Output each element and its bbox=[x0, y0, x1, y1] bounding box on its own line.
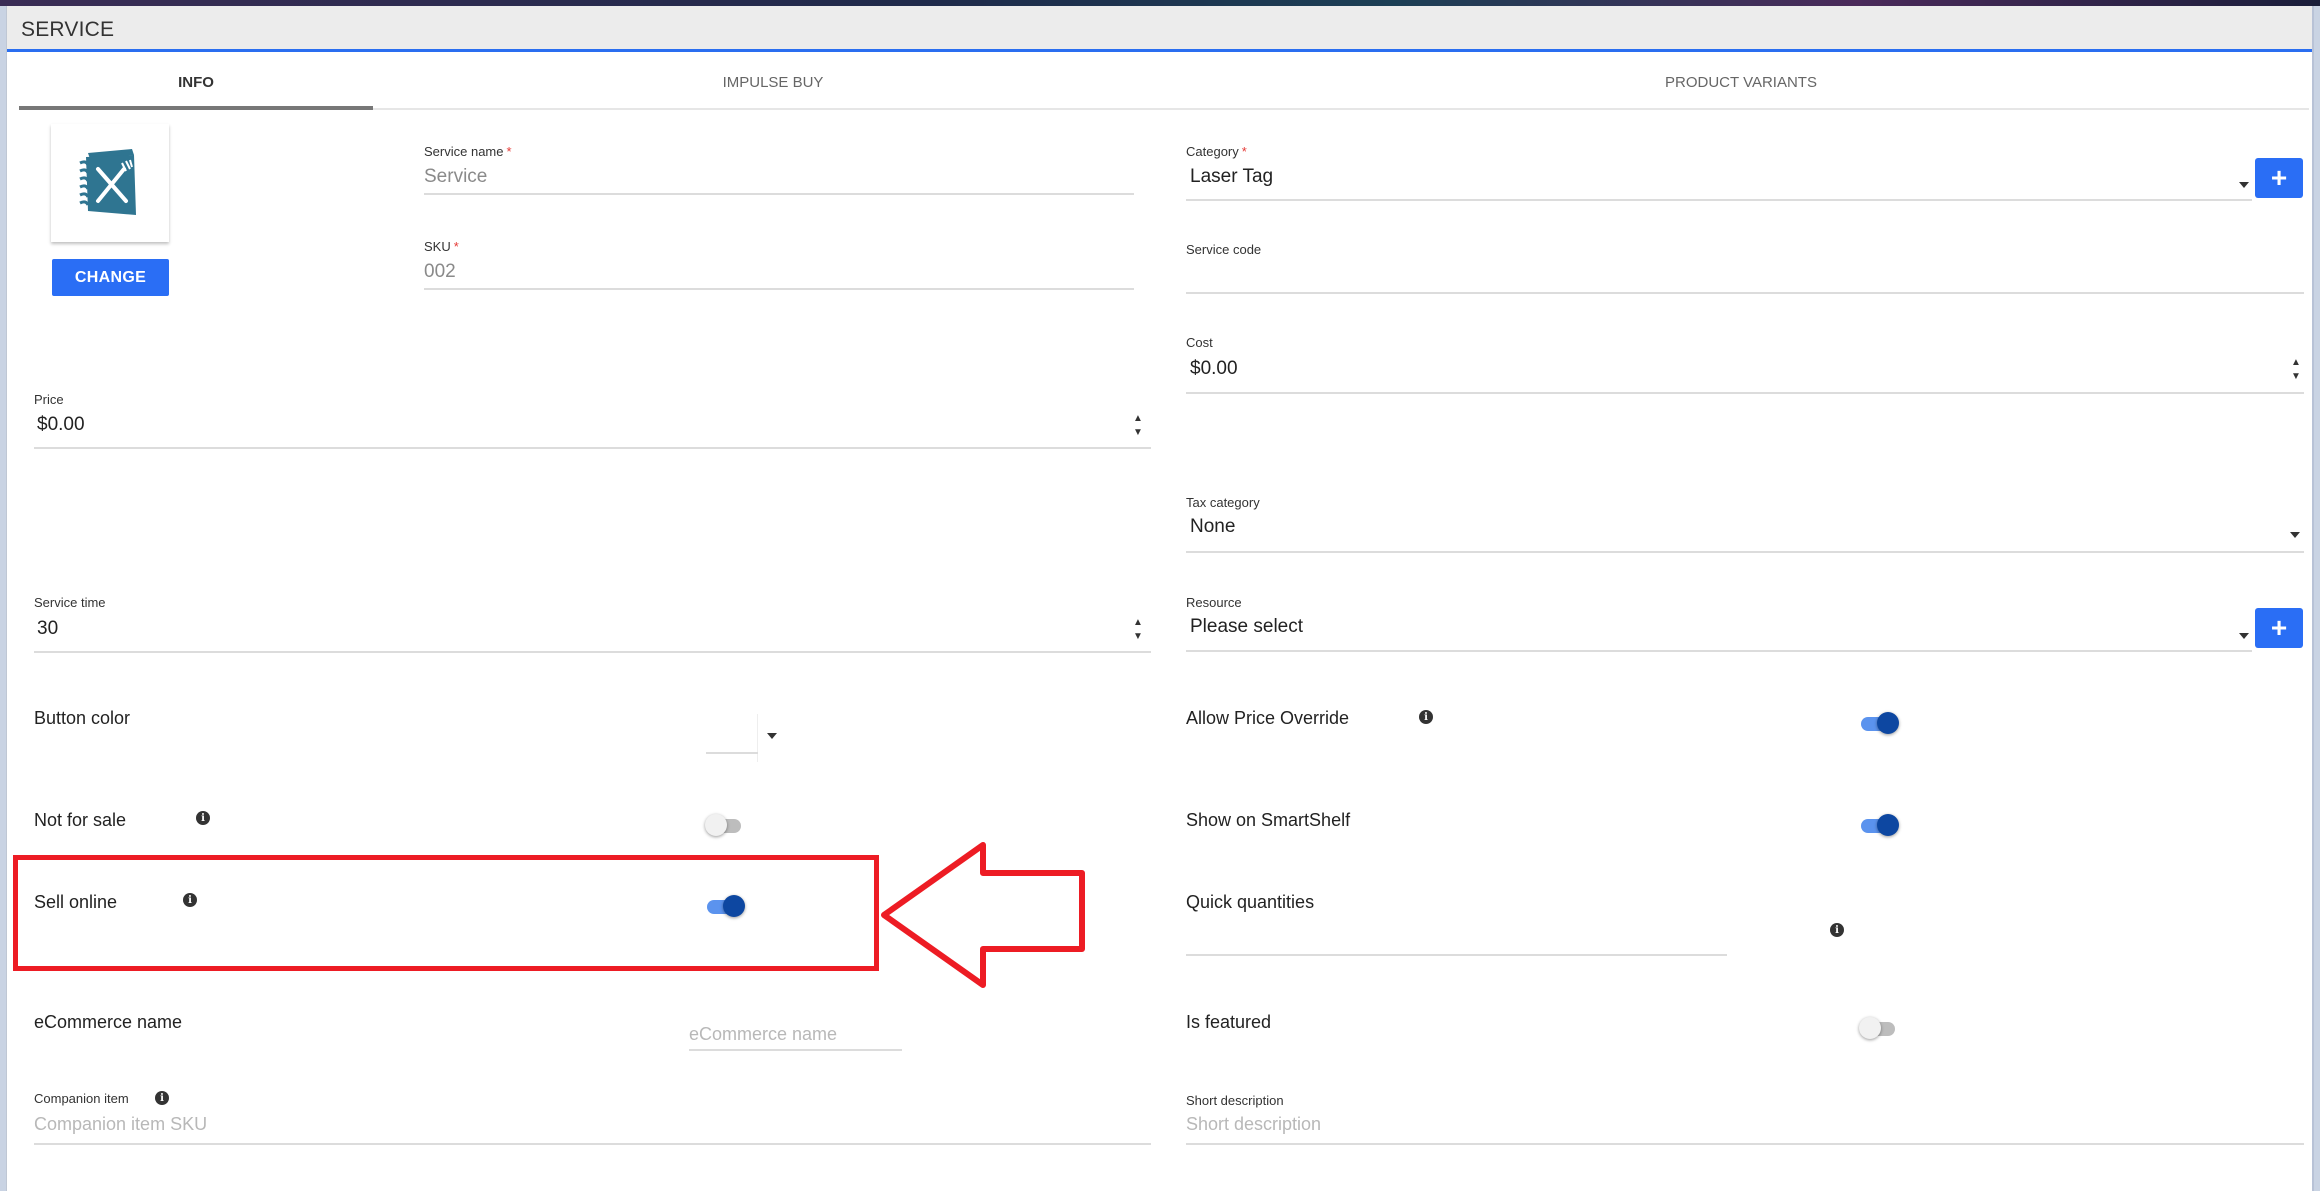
tax-category-select[interactable]: None bbox=[1190, 516, 2280, 548]
companion-item-label: Companion item bbox=[34, 1091, 129, 1106]
add-category-button[interactable]: + bbox=[2255, 158, 2303, 198]
cost-label: Cost bbox=[1186, 335, 1213, 350]
service-name-input[interactable]: Service bbox=[424, 166, 1134, 196]
service-name-label-text: Service name bbox=[424, 144, 504, 159]
is-featured-label: Is featured bbox=[1186, 1012, 1272, 1032]
ecommerce-name-input[interactable]: eCommerce name bbox=[689, 1024, 901, 1050]
service-code-label: Service code bbox=[1186, 242, 1262, 257]
short-description-underline bbox=[1186, 1143, 2304, 1145]
required-marker: * bbox=[453, 239, 459, 254]
sku-input[interactable]: 002 bbox=[424, 261, 1134, 291]
info-icon[interactable]: i bbox=[183, 893, 197, 907]
resource-select[interactable]: Please select bbox=[1190, 616, 2250, 648]
button-color-dropdown-caret-icon[interactable] bbox=[767, 733, 777, 739]
category-select[interactable]: Laser Tag bbox=[1190, 166, 2250, 198]
category-label: Category * bbox=[1186, 144, 1247, 159]
tab-impulse-buy[interactable]: IMPULSE BUY bbox=[373, 55, 1173, 110]
short-description-label: Short description bbox=[1186, 1093, 1284, 1108]
resource-dropdown-caret-icon[interactable] bbox=[2239, 633, 2249, 639]
quick-quantities-label: Quick quantities bbox=[1186, 892, 1315, 912]
service-time-spinner[interactable]: ▲ ▼ bbox=[1131, 616, 1145, 646]
title-bar: SERVICE bbox=[7, 6, 2312, 52]
show-on-smartshelf-toggle[interactable] bbox=[1859, 813, 1899, 837]
spin-down-icon[interactable]: ▼ bbox=[1131, 630, 1145, 644]
tab-product-variants[interactable]: PRODUCT VARIANTS bbox=[1173, 55, 2309, 110]
tab-bar: INFO IMPULSE BUY PRODUCT VARIANTS bbox=[19, 55, 2309, 110]
add-resource-button[interactable]: + bbox=[2255, 608, 2303, 648]
sell-online-label: Sell online bbox=[34, 892, 118, 912]
service-dialog: SERVICE INFO IMPULSE BUY PRODUCT VARIANT… bbox=[6, 6, 2314, 1191]
button-color-underline bbox=[706, 752, 758, 754]
is-featured-toggle[interactable] bbox=[1859, 1016, 1899, 1040]
tax-category-label: Tax category bbox=[1186, 495, 1260, 510]
toggle-knob bbox=[1859, 1017, 1881, 1039]
companion-item-underline bbox=[34, 1143, 1151, 1145]
price-spinner[interactable]: ▲ ▼ bbox=[1131, 412, 1145, 442]
show-on-smartshelf-label: Show on SmartShelf bbox=[1186, 810, 1351, 830]
spin-up-icon[interactable]: ▲ bbox=[1131, 412, 1145, 426]
service-image bbox=[51, 124, 169, 242]
dialog-title: SERVICE bbox=[21, 18, 115, 41]
annotation-highlight-box bbox=[13, 855, 879, 971]
service-time-input[interactable]: 30 bbox=[37, 618, 1127, 648]
not-for-sale-label: Not for sale bbox=[34, 810, 127, 830]
info-icon[interactable]: i bbox=[155, 1091, 169, 1105]
allow-price-override-label: Allow Price Override bbox=[1186, 708, 1350, 728]
ecommerce-name-underline bbox=[689, 1049, 902, 1051]
menu-book-icon bbox=[79, 149, 136, 215]
price-label: Price bbox=[34, 392, 64, 407]
tax-category-dropdown-caret-icon[interactable] bbox=[2290, 532, 2300, 538]
required-marker: * bbox=[1241, 144, 1247, 159]
tax-category-underline bbox=[1186, 551, 2304, 553]
sku-label-text: SKU bbox=[424, 239, 451, 254]
not-for-sale-toggle[interactable] bbox=[705, 813, 745, 837]
sku-underline bbox=[424, 288, 1134, 290]
category-dropdown-caret-icon[interactable] bbox=[2239, 182, 2249, 188]
spin-up-icon[interactable]: ▲ bbox=[1131, 616, 1145, 630]
service-time-underline bbox=[34, 651, 1151, 653]
category-underline bbox=[1186, 199, 2252, 201]
cost-underline bbox=[1186, 392, 2304, 394]
cost-spinner[interactable]: ▲ ▼ bbox=[2289, 356, 2303, 386]
category-label-text: Category bbox=[1186, 144, 1239, 159]
cost-input[interactable]: $0.00 bbox=[1190, 358, 2280, 388]
companion-item-input[interactable]: Companion item SKU bbox=[34, 1114, 1144, 1142]
toggle-knob bbox=[1877, 712, 1899, 734]
sku-label: SKU * bbox=[424, 239, 459, 254]
toggle-knob bbox=[1877, 814, 1899, 836]
button-color-label: Button color bbox=[34, 708, 131, 728]
price-underline bbox=[34, 447, 1151, 449]
service-code-input[interactable] bbox=[1190, 262, 2300, 292]
ecommerce-name-label: eCommerce name bbox=[34, 1012, 183, 1032]
allow-price-override-toggle[interactable] bbox=[1859, 711, 1899, 735]
quick-quantities-input[interactable] bbox=[1186, 921, 1726, 951]
toggle-knob bbox=[705, 814, 727, 836]
price-input[interactable]: $0.00 bbox=[37, 414, 1127, 444]
info-icon[interactable]: i bbox=[1419, 710, 1433, 724]
tab-info[interactable]: INFO bbox=[19, 55, 373, 110]
required-marker: * bbox=[506, 144, 512, 159]
short-description-input[interactable]: Short description bbox=[1186, 1114, 2296, 1142]
button-color-swatch[interactable] bbox=[706, 714, 758, 762]
service-name-underline bbox=[424, 193, 1134, 195]
active-tab-indicator bbox=[19, 106, 373, 110]
sell-online-toggle[interactable] bbox=[705, 894, 745, 918]
service-code-underline bbox=[1186, 292, 2304, 294]
resource-label: Resource bbox=[1186, 595, 1242, 610]
annotation-arrow-icon bbox=[881, 842, 1085, 988]
quick-quantities-underline bbox=[1186, 954, 1727, 956]
change-image-button[interactable]: CHANGE bbox=[52, 259, 169, 296]
toggle-knob bbox=[723, 895, 745, 917]
spin-down-icon[interactable]: ▼ bbox=[1131, 426, 1145, 440]
spin-up-icon[interactable]: ▲ bbox=[2289, 356, 2303, 370]
info-icon[interactable]: i bbox=[196, 811, 210, 825]
service-name-label: Service name * bbox=[424, 144, 512, 159]
resource-underline bbox=[1186, 650, 2252, 652]
spin-down-icon[interactable]: ▼ bbox=[2289, 370, 2303, 384]
service-time-label: Service time bbox=[34, 595, 106, 610]
info-icon[interactable]: i bbox=[1830, 923, 1844, 937]
